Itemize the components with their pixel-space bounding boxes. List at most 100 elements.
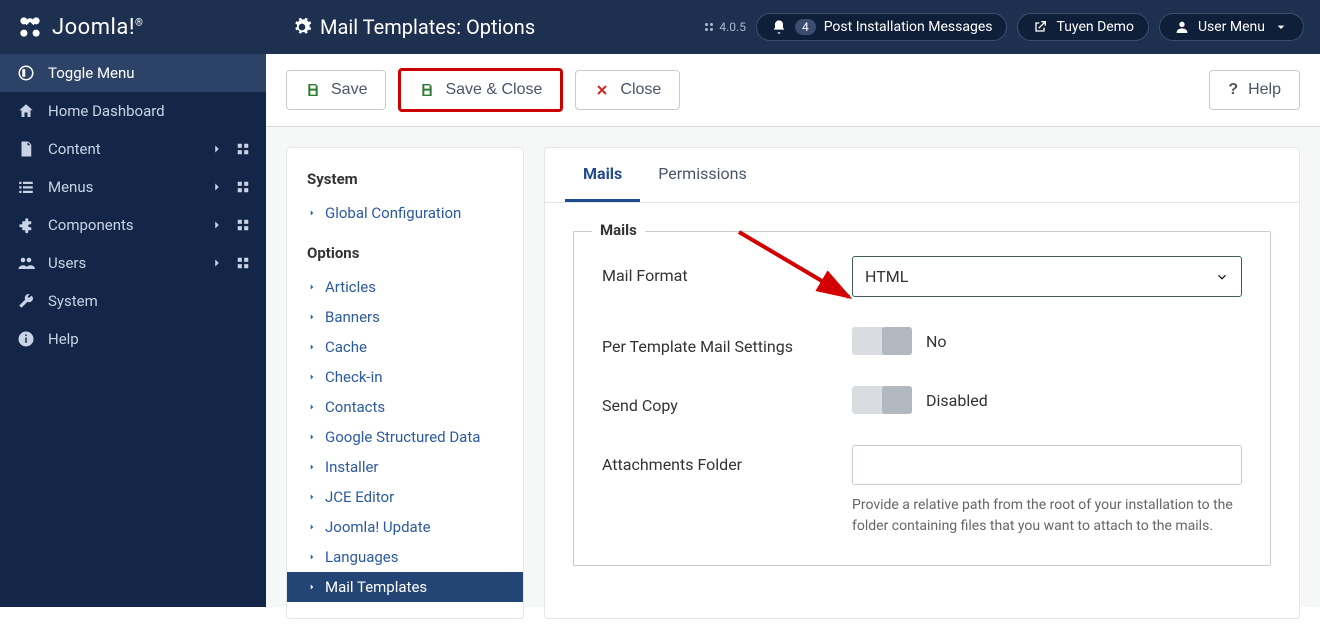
bell-icon — [771, 19, 787, 35]
nav-item-contacts[interactable]: Contacts — [287, 392, 523, 422]
sidebar-item-home-dashboard[interactable]: Home Dashboard — [0, 92, 266, 130]
question-icon: ? — [1228, 81, 1238, 99]
nav-item-label: Articles — [325, 278, 376, 296]
version-badge: 4.0.5 — [703, 20, 746, 34]
nav-item-cache[interactable]: Cache — [287, 332, 523, 362]
nav-item-joomla-update[interactable]: Joomla! Update — [287, 512, 523, 542]
label-attachments-folder: Attachments Folder — [602, 445, 832, 474]
nav-item-languages[interactable]: Languages — [287, 542, 523, 572]
select-value: HTML — [865, 267, 908, 286]
gear-icon — [292, 17, 312, 37]
sidebar-item-label: Home Dashboard — [48, 102, 250, 120]
chevron-right-icon — [307, 582, 317, 592]
nav-item-label: Languages — [325, 548, 399, 566]
nav-item-google-structured-data[interactable]: Google Structured Data — [287, 422, 523, 452]
chevron-right-icon — [307, 522, 317, 532]
user-icon — [1174, 19, 1190, 35]
puzzle-icon — [16, 216, 36, 234]
nav-item-label: Joomla! Update — [325, 518, 431, 536]
toggle-send-copy[interactable] — [852, 386, 912, 414]
sidebar-item-system[interactable]: System — [0, 282, 266, 320]
site-link-pill[interactable]: Tuyen Demo — [1017, 13, 1148, 41]
select-mail-format[interactable]: HTML — [852, 256, 1242, 297]
nav-item-banners[interactable]: Banners — [287, 302, 523, 332]
sidebar-item-label: Toggle Menu — [48, 64, 250, 82]
mails-fieldset: Mails Mail Format HTML — [573, 231, 1271, 566]
save-label: Save — [331, 81, 367, 99]
sidebar-item-components[interactable]: Components — [0, 206, 266, 244]
chevron-down-icon — [1215, 270, 1229, 284]
sidebar-item-label: Menus — [48, 178, 198, 196]
options-nav-panel: System Global Configuration Options Arti… — [286, 147, 524, 619]
save-icon — [419, 82, 435, 98]
sidebar-item-label: Help — [48, 330, 250, 348]
chevron-right-icon — [307, 372, 317, 382]
info-icon — [16, 330, 36, 348]
nav-item-check-in[interactable]: Check-in — [287, 362, 523, 392]
help-button[interactable]: ? Help — [1209, 70, 1300, 110]
sidebar-item-help[interactable]: Help — [0, 320, 266, 358]
page-title-wrap: Mail Templates: Options — [292, 15, 691, 39]
user-label: User Menu — [1198, 19, 1265, 35]
top-header: Joomla!® Mail Templates: Options 4.0.5 4… — [0, 0, 1320, 54]
chevron-right-icon — [210, 142, 224, 156]
joomla-logo-icon — [16, 13, 44, 41]
file-icon — [16, 140, 36, 158]
row-attachments-folder: Attachments Folder Provide a relative pa… — [602, 445, 1242, 537]
nav-item-label: Banners — [325, 308, 380, 326]
panel-heading-options: Options — [287, 238, 523, 272]
settings-panel: Mails Permissions Mails Mail Format — [544, 147, 1300, 619]
nav-item-global-configuration[interactable]: Global Configuration — [287, 198, 523, 228]
chevron-right-icon — [307, 552, 317, 562]
grid-icon[interactable] — [236, 218, 250, 232]
close-icon — [594, 82, 610, 98]
sidebar-item-content[interactable]: Content — [0, 130, 266, 168]
page-title: Mail Templates: Options — [320, 15, 535, 39]
sidebar-item-users[interactable]: Users — [0, 244, 266, 282]
nav-item-jce-editor[interactable]: JCE Editor — [287, 482, 523, 512]
sidebar-item-menus[interactable]: Menus — [0, 168, 266, 206]
user-menu-pill[interactable]: User Menu — [1159, 13, 1304, 41]
chevron-right-icon — [307, 492, 317, 502]
toggle-icon — [16, 64, 36, 82]
sidebar-item-toggle-menu[interactable]: Toggle Menu — [0, 54, 266, 92]
label-mail-format: Mail Format — [602, 256, 832, 285]
save-button[interactable]: Save — [286, 70, 386, 110]
site-label: Tuyen Demo — [1056, 19, 1133, 35]
nav-item-articles[interactable]: Articles — [287, 272, 523, 302]
nav-item-label: Mail Templates — [325, 578, 427, 596]
panel-heading-system: System — [287, 164, 523, 198]
tab-permissions[interactable]: Permissions — [640, 148, 764, 202]
notif-label: Post Installation Messages — [824, 19, 993, 35]
save-close-button[interactable]: Save & Close — [398, 68, 563, 112]
header-actions: 4.0.5 4 Post Installation Messages Tuyen… — [703, 13, 1304, 41]
save-close-label: Save & Close — [445, 81, 542, 99]
nav-item-label: JCE Editor — [325, 488, 394, 506]
fieldset-legend: Mails — [592, 221, 645, 239]
nav-item-label: Google Structured Data — [325, 428, 480, 446]
nav-item-installer[interactable]: Installer — [287, 452, 523, 482]
sidebar-item-label: System — [48, 292, 250, 310]
list-icon — [16, 178, 36, 196]
chevron-right-icon — [307, 432, 317, 442]
close-label: Close — [620, 81, 661, 99]
notifications-pill[interactable]: 4 Post Installation Messages — [756, 13, 1008, 41]
toggle-per-template[interactable] — [852, 327, 912, 355]
chevron-down-icon — [1273, 19, 1289, 35]
grid-icon[interactable] — [236, 180, 250, 194]
chevron-right-icon — [210, 256, 224, 270]
grid-icon[interactable] — [236, 142, 250, 156]
users-icon — [16, 254, 36, 272]
toggle-send-copy-value: Disabled — [926, 391, 988, 410]
nav-item-mail-templates[interactable]: Mail Templates — [287, 572, 523, 602]
notif-count: 4 — [795, 19, 816, 35]
nav-item-label: Contacts — [325, 398, 385, 416]
input-attachments-folder[interactable] — [852, 445, 1242, 485]
chevron-right-icon — [307, 282, 317, 292]
row-send-copy: Send Copy Disabled — [602, 386, 1242, 415]
grid-icon[interactable] — [236, 256, 250, 270]
chevron-right-icon — [307, 342, 317, 352]
tab-mails[interactable]: Mails — [565, 148, 640, 202]
close-button[interactable]: Close — [575, 70, 680, 110]
sidebar-item-label: Components — [48, 216, 198, 234]
